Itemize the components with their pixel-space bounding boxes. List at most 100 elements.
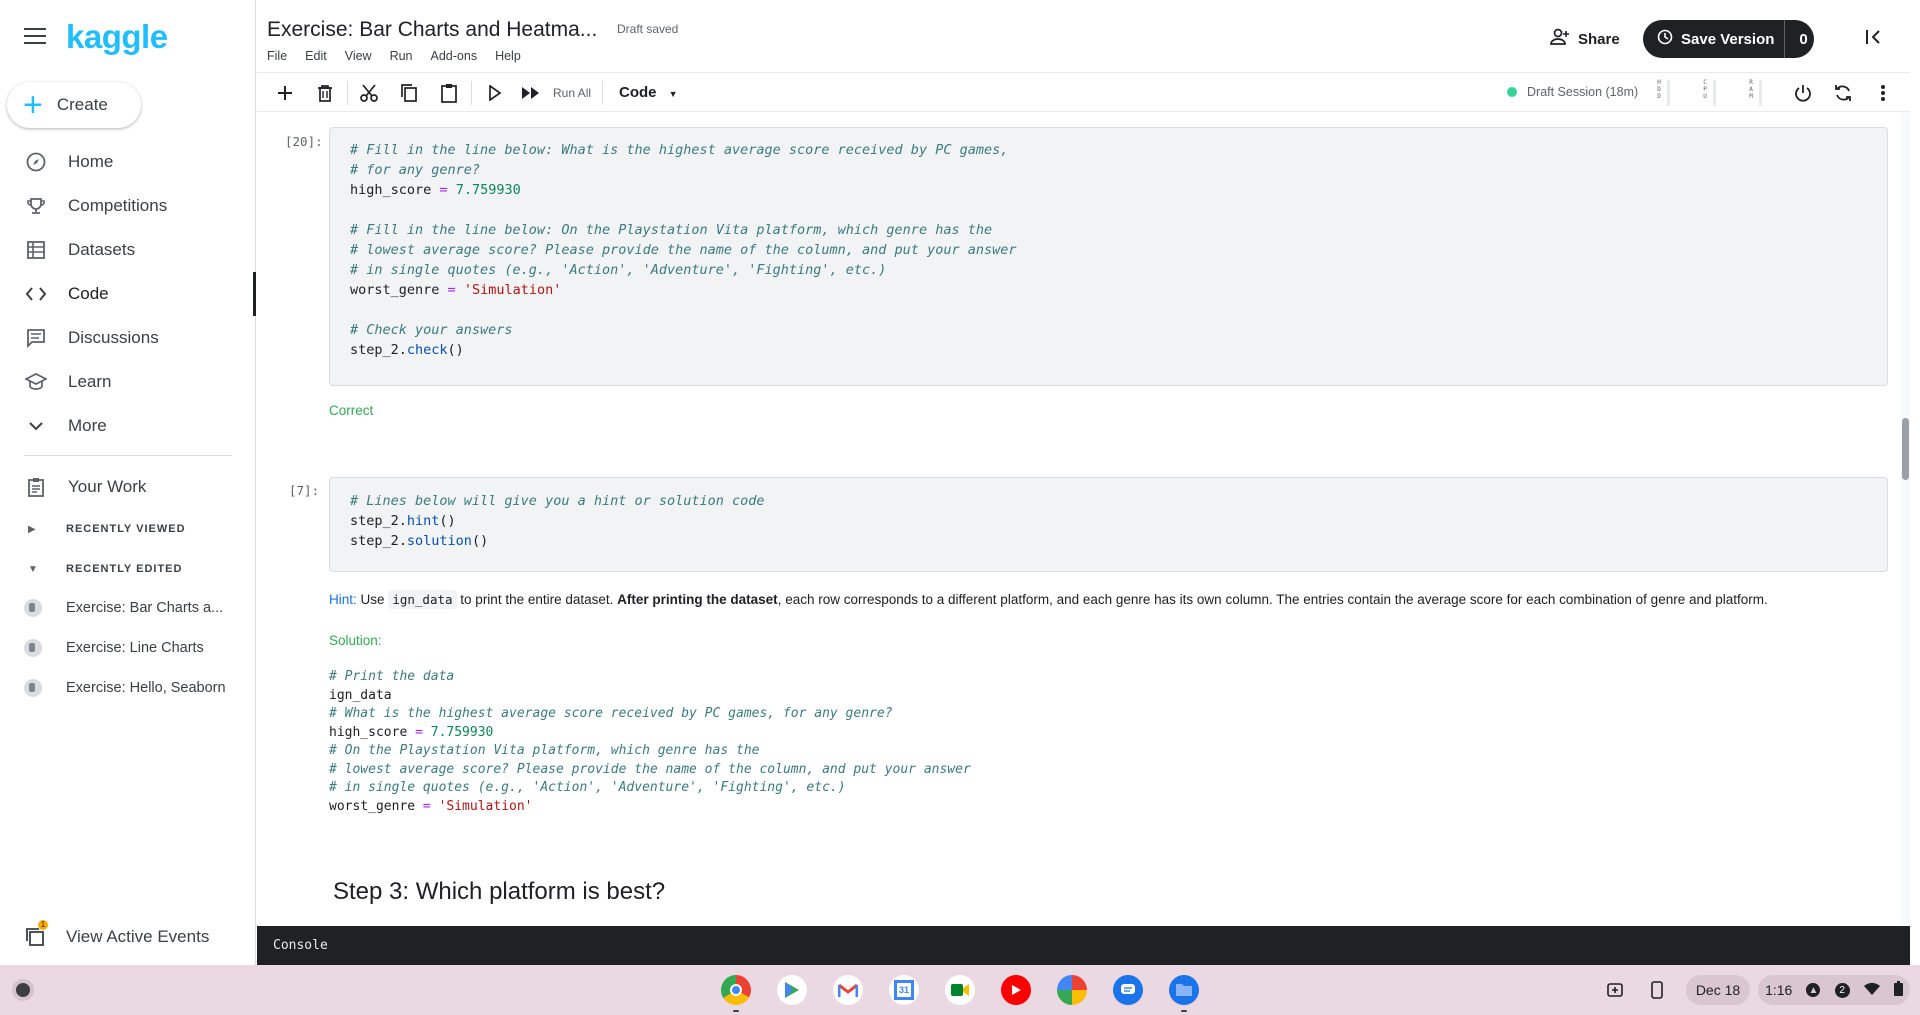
more-vert-icon[interactable] [1871, 81, 1895, 105]
share-button[interactable]: Share [1550, 28, 1620, 51]
code-editor[interactable]: # Lines below will give you a hint or so… [350, 491, 765, 551]
sidebar-item-discussions[interactable]: Discussions [0, 316, 256, 360]
scrollbar-thumb[interactable] [1902, 418, 1909, 480]
hdd-meter[interactable]: HDD [1655, 79, 1663, 102]
view-active-events[interactable]: 1 View Active Events [24, 920, 209, 948]
cpu-meter[interactable]: CPU [1701, 79, 1709, 102]
menu-view[interactable]: View [345, 49, 372, 63]
clipboard-icon [24, 475, 48, 499]
create-label: Create [56, 95, 108, 114]
photos-icon[interactable] [1057, 975, 1087, 1005]
person-icon [1550, 28, 1570, 51]
sidebar-item-datasets[interactable]: Datasets [0, 228, 256, 272]
solution-code: # Print the data ign_data # What is the … [329, 669, 971, 814]
events-icon: 1 [24, 920, 48, 948]
menu-addons[interactable]: Add-ons [431, 49, 478, 63]
copy-icon[interactable] [397, 81, 421, 105]
menu-run[interactable]: Run [390, 49, 413, 63]
cell-type-select[interactable]: Code ▼ [619, 84, 678, 101]
cell-prompt: [7]: [289, 483, 320, 498]
recently-viewed-toggle[interactable]: ▶ RECENTLY VIEWED [28, 517, 248, 541]
os-taskbar: 31 Dec 18 1:16 ▲ 2 [0, 965, 1920, 1015]
status-area[interactable]: 1:16 ▲ 2 [1758, 975, 1910, 1005]
markdown-heading: Step 3: Which platform is best? [333, 878, 666, 905]
save-status: Draft saved [617, 22, 679, 36]
recent-item[interactable]: Exercise: Hello, Seaborn [24, 672, 254, 704]
sidebar-item-home[interactable]: Home [0, 140, 256, 184]
save-version-button[interactable]: Save Version 0 [1643, 20, 1814, 58]
create-button[interactable]: + Create [7, 82, 141, 128]
scrollbar[interactable] [1901, 113, 1910, 925]
youtube-icon[interactable] [1001, 975, 1031, 1005]
restart-icon[interactable] [1831, 81, 1855, 105]
battery-icon [1893, 981, 1903, 999]
collapse-panel-icon[interactable] [1865, 28, 1883, 51]
check-result: Correct [329, 403, 374, 418]
session-status[interactable]: Draft Session (18m) [1507, 85, 1638, 99]
chat-icon [24, 326, 48, 350]
notebook-body: [20]: # Fill in the line below: What is … [257, 113, 1910, 925]
sidebar-item-your-work[interactable]: Your Work [0, 465, 256, 509]
phone-hub-icon[interactable] [1642, 975, 1672, 1005]
code-editor[interactable]: # Fill in the line below: What is the hi… [350, 140, 1016, 360]
clock-time: 1:16 [1765, 982, 1793, 998]
code-cell[interactable]: # Lines below will give you a hint or so… [329, 477, 1888, 572]
sidebar-item-more[interactable]: More [0, 404, 256, 448]
meet-icon[interactable] [945, 975, 975, 1005]
date-pill[interactable]: Dec 18 [1686, 975, 1750, 1005]
sidebar-divider [24, 455, 232, 456]
delete-icon[interactable] [313, 81, 337, 105]
console-panel[interactable]: Console [257, 926, 1910, 965]
add-cell-icon[interactable] [273, 81, 297, 105]
gmail-icon[interactable] [833, 975, 863, 1005]
menu-edit[interactable]: Edit [305, 49, 327, 63]
hint-output: Hint: Use ign_data to print the entire d… [329, 590, 1768, 609]
calendar-icon[interactable]: 31 [889, 975, 919, 1005]
chrome-icon[interactable] [721, 975, 751, 1005]
code-cell[interactable]: # Fill in the line below: What is the hi… [329, 127, 1888, 386]
compass-icon [24, 150, 48, 174]
recently-edited-toggle[interactable]: ▼ RECENTLY EDITED [28, 557, 248, 581]
trophy-icon [24, 194, 48, 218]
launcher-icon[interactable] [12, 979, 34, 1001]
console-label: Console [273, 938, 328, 953]
menu-file[interactable]: File [267, 49, 287, 63]
notebook-title[interactable]: Exercise: Bar Charts and Heatma... [267, 18, 597, 42]
history-icon [1657, 29, 1673, 50]
screen-capture-icon[interactable] [1600, 975, 1630, 1005]
notebook-icon [24, 639, 42, 657]
recent-item[interactable]: Exercise: Line Charts [24, 632, 254, 664]
school-icon [24, 370, 48, 394]
upload-icon: ▲ [1806, 983, 1821, 997]
power-icon[interactable] [1791, 81, 1815, 105]
notebook-toolbar: Run All Code ▼ Draft Session (18m) HDD C… [257, 72, 1910, 112]
run-all-icon[interactable] [519, 81, 543, 105]
events-badge: 1 [38, 920, 48, 930]
menu-icon[interactable] [24, 28, 46, 46]
play-store-icon[interactable] [777, 975, 807, 1005]
chevron-down-icon [24, 414, 48, 438]
sidebar-item-code[interactable]: Code [0, 272, 256, 316]
paste-icon[interactable] [437, 81, 461, 105]
wifi-icon [1863, 982, 1880, 998]
table-icon [24, 238, 48, 262]
files-icon[interactable] [1169, 975, 1199, 1005]
version-count[interactable]: 0 [1799, 31, 1807, 48]
caret-down-icon: ▼ [28, 563, 38, 575]
sidebar-item-learn[interactable]: Learn [0, 360, 256, 404]
solution-label: Solution: [329, 633, 382, 648]
run-all-button[interactable]: Run All [553, 86, 591, 100]
cut-icon[interactable] [357, 81, 381, 105]
notebook-header: Exercise: Bar Charts and Heatma... Draft… [257, 0, 1910, 72]
recent-item[interactable]: Exercise: Bar Charts a... [24, 592, 254, 624]
ram-meter[interactable]: RAM [1747, 79, 1755, 102]
kaggle-logo[interactable]: kaggle [66, 18, 168, 56]
code-icon [24, 282, 48, 306]
menu-help[interactable]: Help [495, 49, 521, 63]
sidebar-item-competitions[interactable]: Competitions [0, 184, 256, 228]
messages-icon[interactable] [1113, 975, 1143, 1005]
notebook-icon [24, 599, 42, 617]
notebook-icon [24, 679, 42, 697]
caret-down-icon: ▼ [668, 89, 678, 99]
run-cell-icon[interactable] [483, 81, 507, 105]
